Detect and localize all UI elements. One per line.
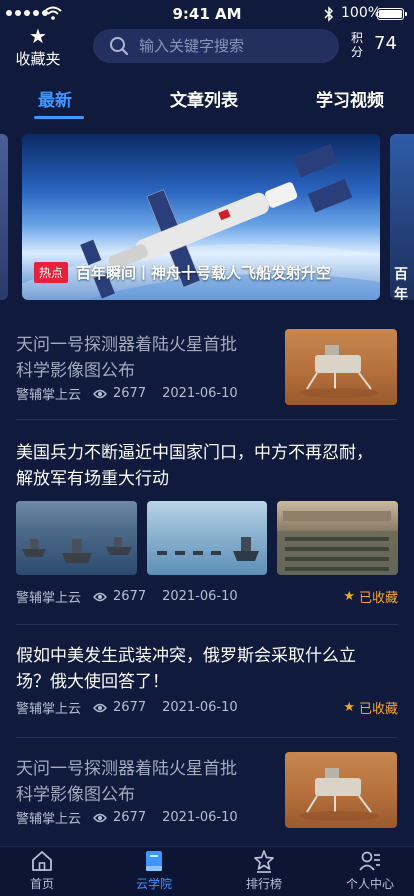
- article-meta: 警辅掌上云 2677 2021-06-10: [16, 587, 238, 606]
- eye-icon: [93, 813, 107, 822]
- home-icon: [32, 851, 52, 871]
- article-thumbnail[interactable]: [16, 501, 137, 575]
- divider: [16, 624, 398, 625]
- collected-label: 已收藏: [358, 702, 398, 717]
- eye-icon: [93, 703, 107, 712]
- article-thumbnail[interactable]: [285, 752, 397, 828]
- article-title[interactable]: 美国兵力不断逼近中国家门口，中方不再忍耐， 解放军有场重大行动: [16, 440, 400, 492]
- divider: [16, 737, 398, 738]
- article-meta: 警辅掌上云 2677 2021-06-10: [16, 698, 238, 717]
- points-value: 74: [374, 33, 397, 54]
- carousel-next-slide[interactable]: 百年: [390, 134, 414, 300]
- fleet-image: [157, 537, 259, 561]
- collected-label: 已收藏: [358, 591, 398, 606]
- collected-button[interactable]: ★ 已收藏: [343, 587, 398, 606]
- nav-cloud-academy[interactable]: 云学院: [114, 849, 194, 892]
- favorites-label: 收藏夹: [15, 50, 61, 68]
- article-meta: 警辅掌上云 2677 2021-06-10: [16, 808, 238, 827]
- article-title[interactable]: 天问一号探测器着陆火星首批 科学影像图公布: [16, 756, 278, 808]
- article-title[interactable]: 假如中美发生武装冲突，俄罗斯会采取什么立 场？俄大使回答了！: [16, 643, 400, 695]
- book-icon: [146, 851, 162, 871]
- bottom-nav: 首页 云学院 排行榜 个人中心: [0, 846, 414, 896]
- military-parade-image: [277, 511, 398, 575]
- banner-caption: 热点 百年瞬间丨神舟十号载人飞船发射升空: [34, 262, 331, 283]
- article-date: 2021-06-10: [162, 386, 238, 401]
- category-tabs: 最新 文章列表 学习视频: [0, 86, 414, 120]
- article-source: 警辅掌上云: [16, 591, 82, 606]
- article-thumbnail[interactable]: [285, 329, 397, 405]
- search-icon: [110, 37, 129, 56]
- nav-home[interactable]: 首页: [2, 849, 82, 892]
- article-date: 2021-06-10: [162, 810, 238, 825]
- banner-slide[interactable]: 热点 百年瞬间丨神舟十号载人飞船发射升空: [22, 134, 380, 300]
- nav-profile[interactable]: 个人中心: [330, 849, 410, 892]
- tab-study-videos[interactable]: 学习视频: [316, 86, 384, 111]
- battery-icon: [377, 8, 407, 20]
- eye-icon: [93, 389, 107, 398]
- eye-icon: [93, 592, 107, 601]
- ranking-star-icon: [254, 850, 274, 873]
- favorites-button[interactable]: ★ 收藏夹: [10, 26, 66, 69]
- article-source: 警辅掌上云: [16, 388, 82, 403]
- warships-image: [22, 537, 132, 563]
- status-bar: 9:41 AM 100%: [0, 0, 414, 28]
- next-slide-title-peek: 百年: [394, 267, 408, 300]
- star-icon: ★: [29, 24, 47, 48]
- article-title[interactable]: 天问一号探测器着陆火星首批 科学影像图公布: [16, 332, 278, 384]
- article-source: 警辅掌上云: [16, 702, 82, 717]
- article-views: 2677: [93, 700, 146, 715]
- article-thumbnail[interactable]: [147, 501, 267, 575]
- search-input[interactable]: [139, 37, 319, 55]
- article-meta: 警辅掌上云 2677 2021-06-10: [16, 384, 238, 403]
- article-views: 2677: [93, 386, 146, 401]
- tab-latest[interactable]: 最新: [38, 86, 72, 111]
- article-date: 2021-06-10: [162, 700, 238, 715]
- bluetooth-icon: [324, 6, 334, 22]
- collected-button[interactable]: ★ 已收藏: [343, 698, 398, 717]
- hot-badge: 热点: [34, 262, 69, 283]
- star-icon: ★: [343, 700, 355, 715]
- article-date: 2021-06-10: [162, 589, 238, 604]
- mars-lander-image: [299, 768, 379, 821]
- active-tab-indicator: [34, 116, 84, 119]
- article-views: 2677: [93, 810, 146, 825]
- nav-ranking[interactable]: 排行榜: [224, 849, 304, 892]
- carousel-prev-slide[interactable]: [0, 134, 8, 300]
- star-icon: ★: [343, 589, 355, 604]
- article-source: 警辅掌上云: [16, 812, 82, 827]
- mars-lander-image: [299, 345, 379, 398]
- tab-article-list[interactable]: 文章列表: [170, 86, 238, 111]
- article-views: 2677: [93, 589, 146, 604]
- banner-title: 百年瞬间丨神舟十号载人飞船发射升空: [76, 264, 332, 282]
- search-bar[interactable]: [93, 29, 339, 63]
- divider: [16, 419, 398, 420]
- battery-percent: 100%: [341, 5, 382, 21]
- article-thumbnail[interactable]: [277, 501, 398, 575]
- points-label: 积分: [350, 31, 363, 59]
- profile-icon: [359, 851, 380, 871]
